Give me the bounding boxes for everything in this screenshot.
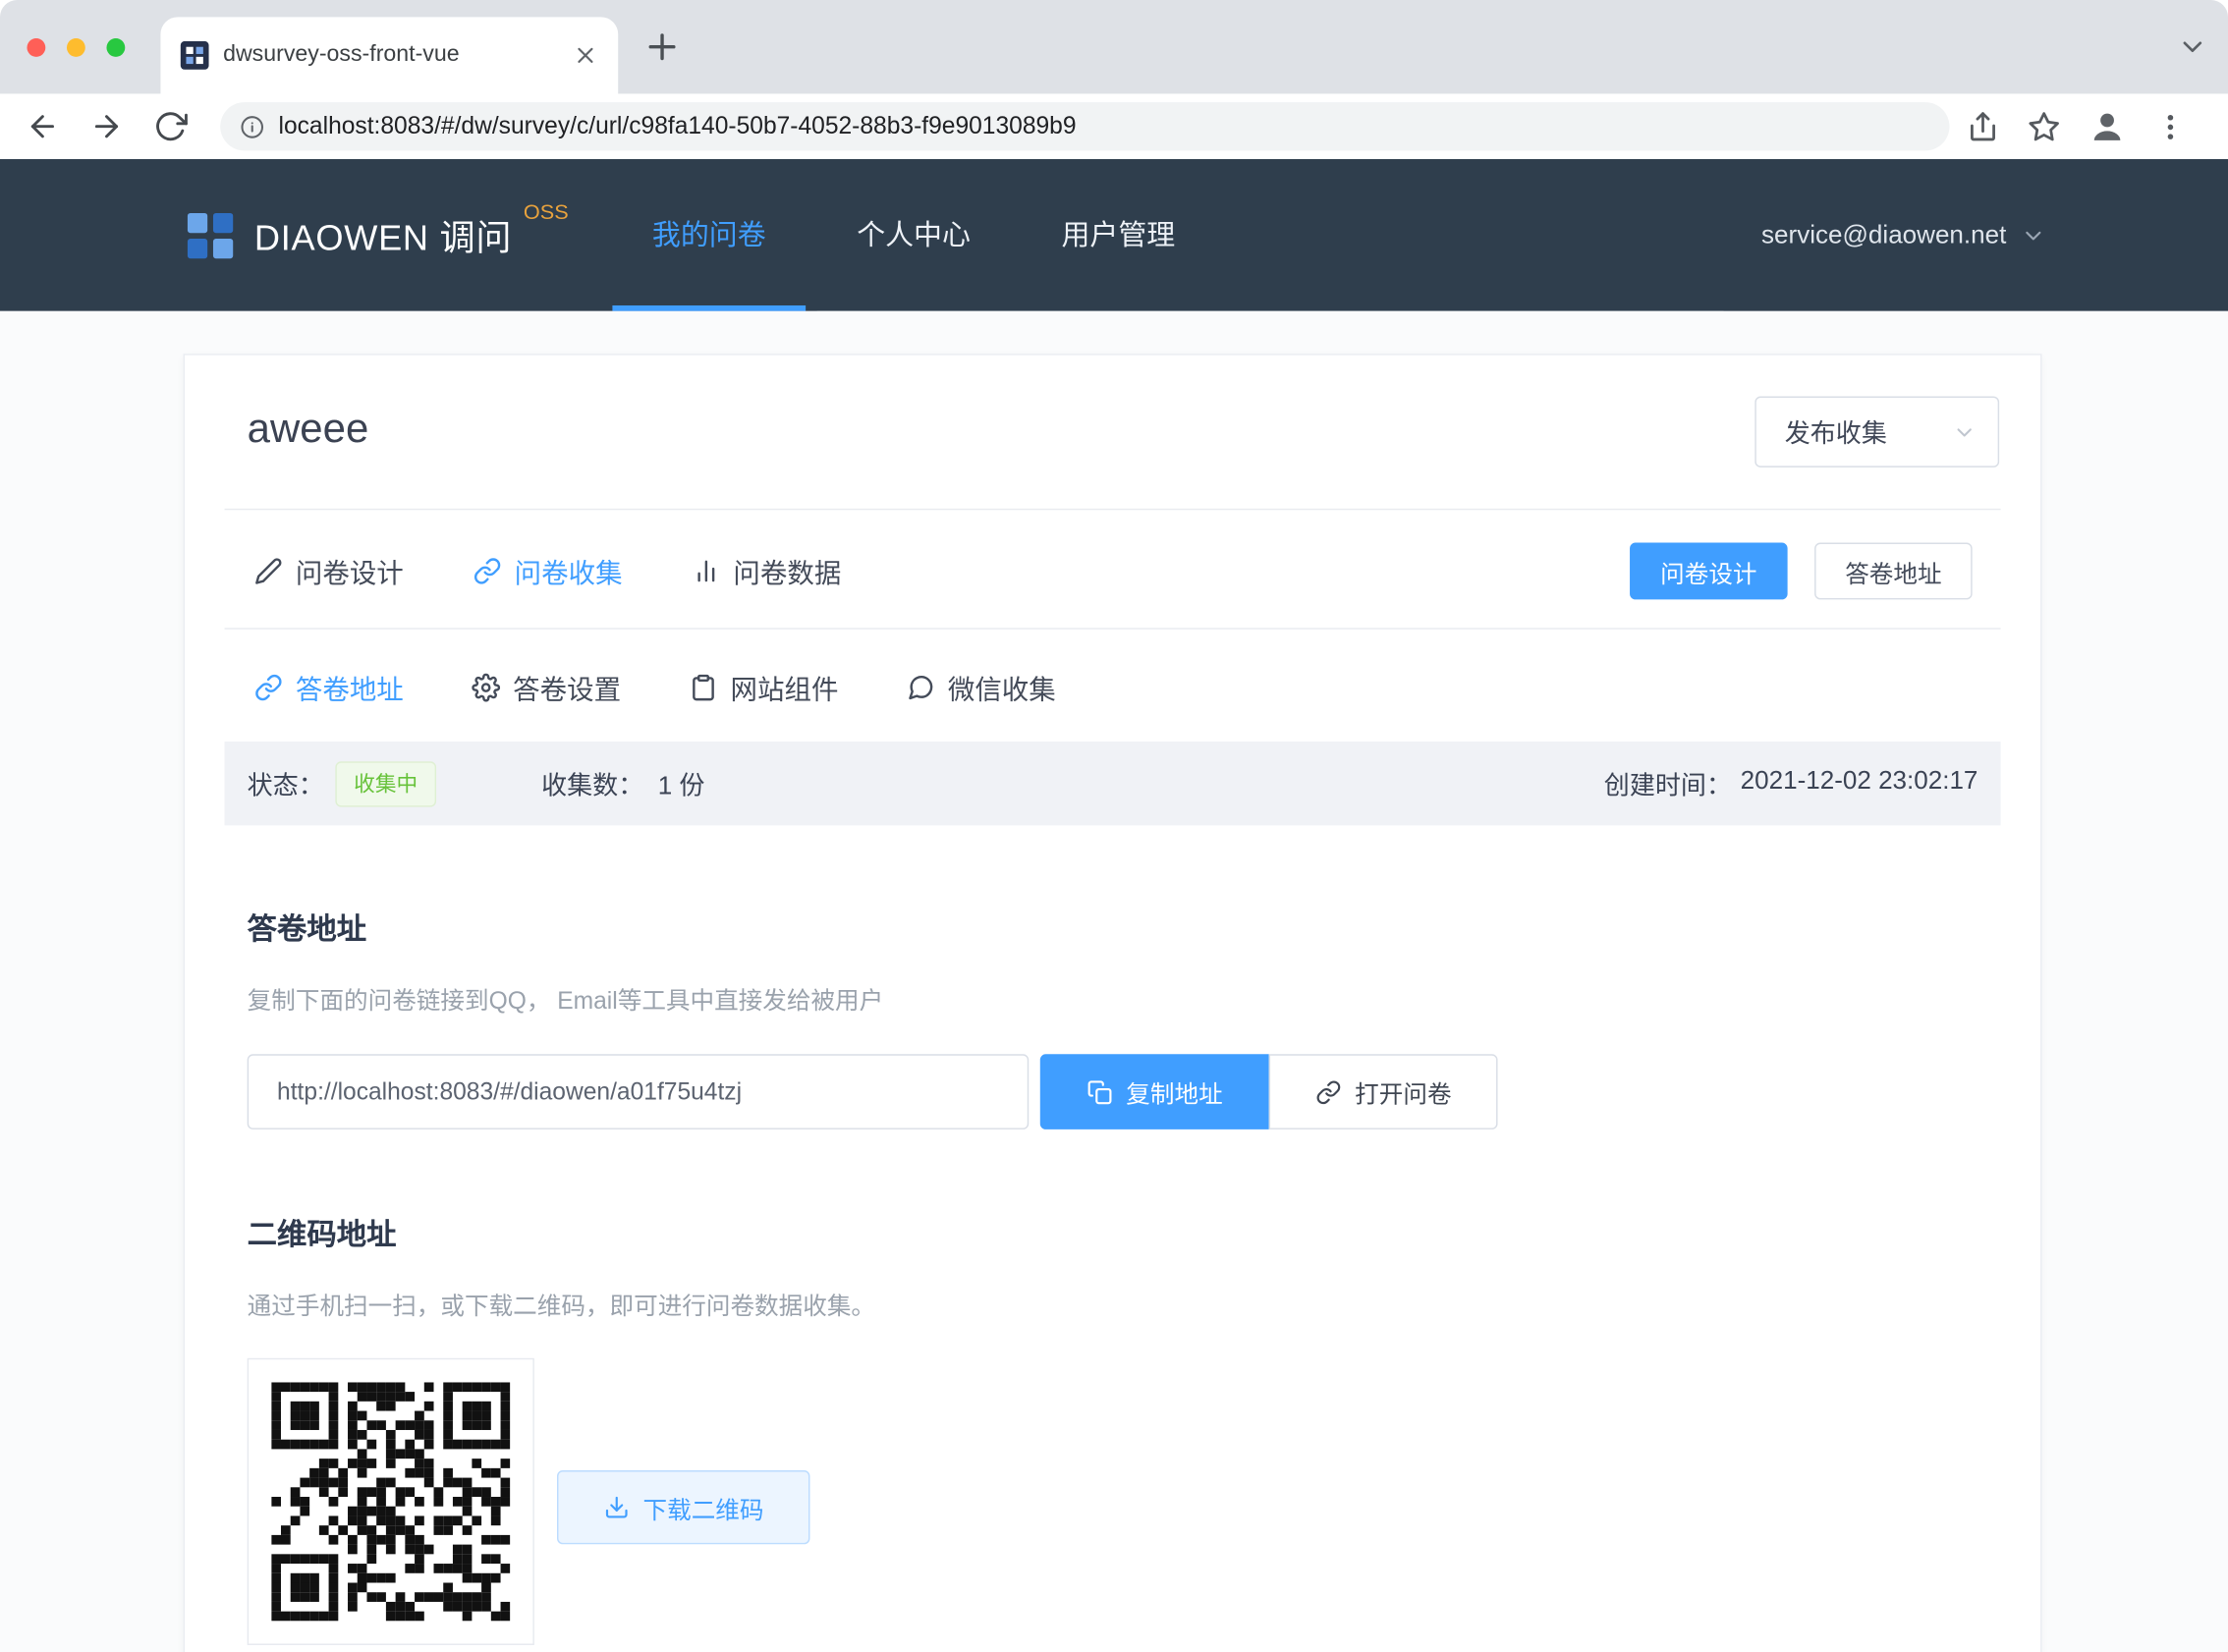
back-icon[interactable]: [26, 109, 60, 143]
link-icon: [254, 674, 283, 702]
status-label: 状态：: [248, 765, 324, 802]
clipboard-icon: [690, 674, 718, 702]
collect-subtabs: 答卷地址 答卷设置 网站组件 微信收集: [254, 656, 1056, 719]
nav-item-my-surveys[interactable]: 我的问卷: [612, 159, 806, 311]
browser-toolbar: localhost:8083/#/dw/survey/c/url/c98fa14…: [0, 93, 2228, 159]
collect-count-label: 收集数：: [541, 765, 643, 802]
new-tab-button[interactable]: [642, 27, 683, 67]
gear-icon: [472, 674, 500, 702]
window-minimize-button[interactable]: [67, 38, 85, 57]
chat-bubble-icon: [907, 674, 935, 702]
account-chevron-icon: [2021, 222, 2046, 248]
tab-favicon: [181, 41, 209, 70]
status-badge: 收集中: [335, 761, 436, 806]
url-text: localhost:8083/#/dw/survey/c/url/c98fa14…: [279, 112, 1077, 140]
answer-url-heading: 答卷地址: [248, 907, 367, 949]
brand-name: DIAOWEN 调问: [254, 209, 512, 260]
account-menu[interactable]: service@diaowen.net: [1761, 159, 2046, 311]
tab-close-icon[interactable]: [573, 42, 598, 68]
qr-code: [271, 1382, 510, 1621]
account-email: service@diaowen.net: [1761, 220, 2006, 249]
download-icon: [603, 1495, 629, 1520]
publish-collect-select[interactable]: 发布收集: [1755, 397, 1999, 468]
tab-title: dwsurvey-oss-front-vue: [223, 42, 558, 68]
qr-code-container: [248, 1358, 534, 1645]
forward-icon[interactable]: [89, 109, 124, 143]
toolbar-right: [1967, 108, 2187, 145]
browser-window: dwsurvey-oss-front-vue localhost:8083/#/…: [0, 0, 2228, 1652]
tab-survey-collect[interactable]: 问卷收集: [473, 552, 623, 590]
answer-url-button[interactable]: 答卷地址: [1814, 543, 1973, 600]
site-info-icon[interactable]: [240, 114, 264, 138]
download-qr-button[interactable]: 下载二维码: [557, 1470, 809, 1544]
brand-badge: OSS: [524, 200, 569, 225]
survey-card: aweee 发布收集 问卷设计 问卷收集 问卷数据: [184, 354, 2042, 1652]
qr-description: 通过手机扫一扫，或下载二维码，即可进行问卷数据收集。: [248, 1286, 875, 1321]
profile-avatar-icon[interactable]: [2089, 108, 2126, 145]
divider: [225, 628, 2001, 629]
subtab-wechat-collect[interactable]: 微信收集: [907, 669, 1056, 707]
brand-logo-icon: [185, 209, 236, 260]
link-icon: [473, 557, 502, 585]
window-close-button[interactable]: [27, 38, 45, 57]
survey-tabs: 问卷设计 问卷收集 问卷数据: [254, 531, 841, 611]
copy-url-button[interactable]: 复制地址: [1040, 1054, 1269, 1129]
tab-list-chevron-icon[interactable]: [2177, 31, 2208, 63]
browser-menu-icon[interactable]: [2154, 110, 2187, 142]
share-icon[interactable]: [1967, 110, 1999, 142]
bookmark-star-icon[interactable]: [2028, 110, 2060, 142]
app-header: DIAOWEN 调问 OSS 我的问卷 个人中心 用户管理 service@di…: [0, 159, 2228, 311]
collect-count-value: 1 份: [658, 765, 705, 802]
main-nav: 我的问卷 个人中心 用户管理: [612, 159, 1226, 311]
open-survey-button[interactable]: 打开问卷: [1269, 1054, 1498, 1129]
status-bar: 状态： 收集中 收集数： 1 份 创建时间： 2021-12-02 23:02:…: [225, 742, 2001, 825]
link-icon: [1315, 1079, 1341, 1105]
survey-title: aweee: [248, 407, 369, 454]
survey-url-input[interactable]: [248, 1054, 1030, 1129]
qr-heading: 二维码地址: [248, 1212, 397, 1254]
pencil-icon: [254, 557, 283, 585]
select-chevron-icon: [1952, 419, 1977, 444]
subtab-answer-url[interactable]: 答卷地址: [254, 669, 404, 707]
created-time: 创建时间： 2021-12-02 23:02:17: [1604, 765, 1978, 802]
tab-survey-design[interactable]: 问卷设计: [254, 552, 404, 590]
browser-tab[interactable]: dwsurvey-oss-front-vue: [160, 17, 618, 93]
nav-item-personal-center[interactable]: 个人中心: [817, 159, 1011, 311]
design-survey-button[interactable]: 问卷设计: [1630, 543, 1788, 600]
bar-chart-icon: [692, 557, 720, 585]
browser-tabstrip: dwsurvey-oss-front-vue: [0, 0, 2228, 93]
address-bar[interactable]: localhost:8083/#/dw/survey/c/url/c98fa14…: [220, 102, 1949, 150]
subtab-answer-settings[interactable]: 答卷设置: [472, 669, 621, 707]
divider: [225, 509, 2001, 510]
window-zoom-button[interactable]: [106, 38, 125, 57]
subtab-site-widget[interactable]: 网站组件: [690, 669, 839, 707]
copy-icon: [1086, 1079, 1112, 1105]
tab-survey-data[interactable]: 问卷数据: [692, 552, 841, 590]
brand-logo[interactable]: DIAOWEN 调问 OSS: [185, 159, 569, 311]
answer-url-description: 复制下面的问卷链接到QQ， Email等工具中直接发给被用户: [248, 980, 884, 1016]
reload-icon[interactable]: [153, 109, 188, 143]
page-background: aweee 发布收集 问卷设计 问卷收集 问卷数据: [0, 311, 2228, 1652]
nav-item-user-management[interactable]: 用户管理: [1022, 159, 1215, 311]
